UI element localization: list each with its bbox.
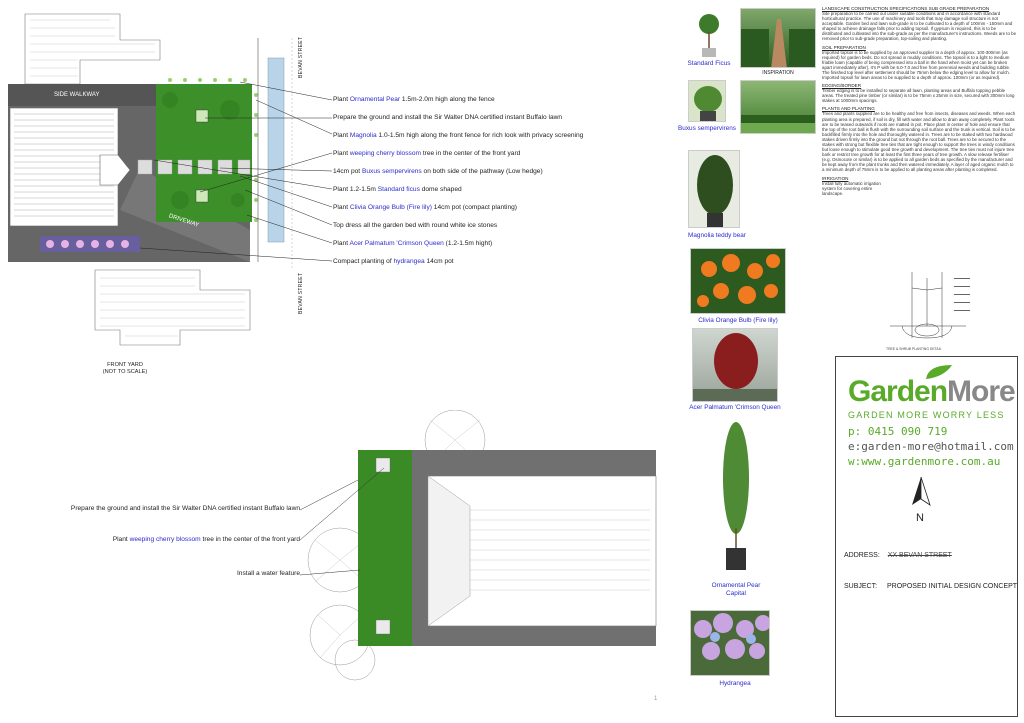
front-yard-scale-text: (NOT TO SCALE) [102,368,148,375]
spec-body-edging: Timber edging is to be installed to sepa… [822,88,1015,104]
photo-hydrangea [690,610,770,676]
note-hydrangea: Compact planting of hydrangea 14cm pot [333,258,454,265]
note-water-feature: Install a water feature [236,570,300,577]
subject-row: SUBJECT: PROPOSED INITIAL DESIGN CONCEPT [844,583,1017,590]
brand-web: w:www.gardenmore.com.au [848,455,1001,468]
brand-email: e:garden-more@hotmail.com [848,440,1014,453]
bevan-street-label-bottom: BEVAN STREET [298,272,304,314]
nature-strip [267,57,285,243]
note-bottom-weeping-cherry: Plant weeping cherry blossom tree in the… [112,536,300,543]
photo-inspiration [740,8,816,68]
caption-standard-ficus: Standard Ficus [687,60,731,67]
title-block: GardenMore GARDEN MORE WORRY LESS p: 041… [835,356,1018,717]
plan-bottom-notes: Prepare the ground and install the Sir W… [71,505,300,577]
spec-body-soil: Imported topsoil is to be supplied by an… [822,49,1011,81]
tree-marker-4 [375,619,391,635]
photo-acer [692,328,778,402]
note-standard-ficus: Plant 1.2-1.5m Standard ficus dome shape… [333,186,462,193]
note-ice-stones: Top dress all the garden bed with round … [333,222,498,229]
tree-marker-2 [195,189,209,203]
tree-marker-3 [375,457,391,473]
brand-name-more: More [947,375,1016,408]
photo-standard-ficus [686,10,732,58]
address-label: ADDRESS: [844,552,880,559]
tree-marker-1 [195,109,209,123]
note-clivia: Plant Clivia Orange Bulb (Fire lily) 14c… [333,204,517,211]
north-arrow-icon [912,476,931,506]
note-acer: Plant Acer Palmatum 'Crimson Queen (1.2-… [333,240,493,247]
photo-inspiration-hedge [740,80,816,134]
neighbour-house-top [24,13,161,85]
brand-tagline: GARDEN MORE WORRY LESS [848,410,1005,420]
note-weeping-cherry: Plant weeping cherry blossom tree in the… [333,150,521,157]
note-buxus: 14cm pot Buxus sempervirens on both side… [333,168,543,175]
address-row: ADDRESS: XX BEVAN STREET [844,552,952,559]
page-marker: 1 [654,696,658,702]
subject-label: SUBJECT: [844,583,878,590]
note-bottom-buffalo-lawn: Prepare the ground and install the Sir W… [70,505,300,512]
spec-body-irrigation: Install fully automatic irrigation syste… [822,180,881,196]
caption-ornamental-pear-line1: Ornamental Pear [711,582,761,589]
note-magnolia: Plant Magnolia 1.0-1.5m high along the f… [333,132,584,139]
brand-phone: p: 0415 090 719 [848,425,948,438]
subject-value: PROPOSED INITIAL DESIGN CONCEPT [887,583,1018,590]
note-ornamental-pear: Plant Ornamental Pear 1.5m-2.0m high alo… [333,96,495,103]
photo-ornamental-pear [716,418,756,578]
leaf-icon [926,365,952,379]
north-label: N [916,512,924,524]
tree-planting-detail: TREE & SHRUB PLANTING DETAIL [886,272,970,351]
photo-magnolia [688,150,740,228]
caption-ornamental-pear: Ornamental Pear Capital [700,582,772,598]
house-roof-top [9,107,131,227]
caption-inspiration: INSPIRATION [762,70,794,76]
note-buffalo-lawn: Prepare the ground and install the Sir W… [333,114,563,121]
caption-clivia: Clivia Orange Bulb (Fire lily) [698,317,778,324]
lawn-bottom [358,450,412,646]
spec-body-plants: Trees and plants supplied are to be heal… [822,111,1016,173]
caption-acer: Acer Palmatum 'Crimson Queen [689,404,781,411]
photo-clivia [690,248,786,314]
front-yard-title: FRONT YARD (NOT TO SCALE) [90,362,160,375]
side-walkway-label: SIDE WALKWAY [54,92,100,98]
address-value: XX BEVAN STREET [887,552,952,559]
front-yard-plan-bottom: 1 [300,410,658,702]
bevan-street-label-top: BEVAN STREET [298,36,304,78]
caption-ornamental-pear-line2: Capital [726,590,746,597]
caption-buxus: Buxus sempervirens [678,125,736,132]
neighbour-house-bottom [94,269,251,346]
caption-hydrangea: Hydrangea [719,680,751,687]
planting-detail-caption: TREE & SHRUB PLANTING DETAIL [886,347,942,351]
spec-body-subgrade: Site preparation to be carried out under… [822,11,1017,42]
plan-top-notes: Plant Ornamental Pear 1.5m-2.0m high alo… [333,96,583,276]
specifications: LANDSCAPE CONSTRUCTION SPECIFICATIONS SU… [822,6,1017,296]
caption-magnolia: Magnolia teddy bear [688,232,746,239]
photo-buxus [688,80,726,122]
